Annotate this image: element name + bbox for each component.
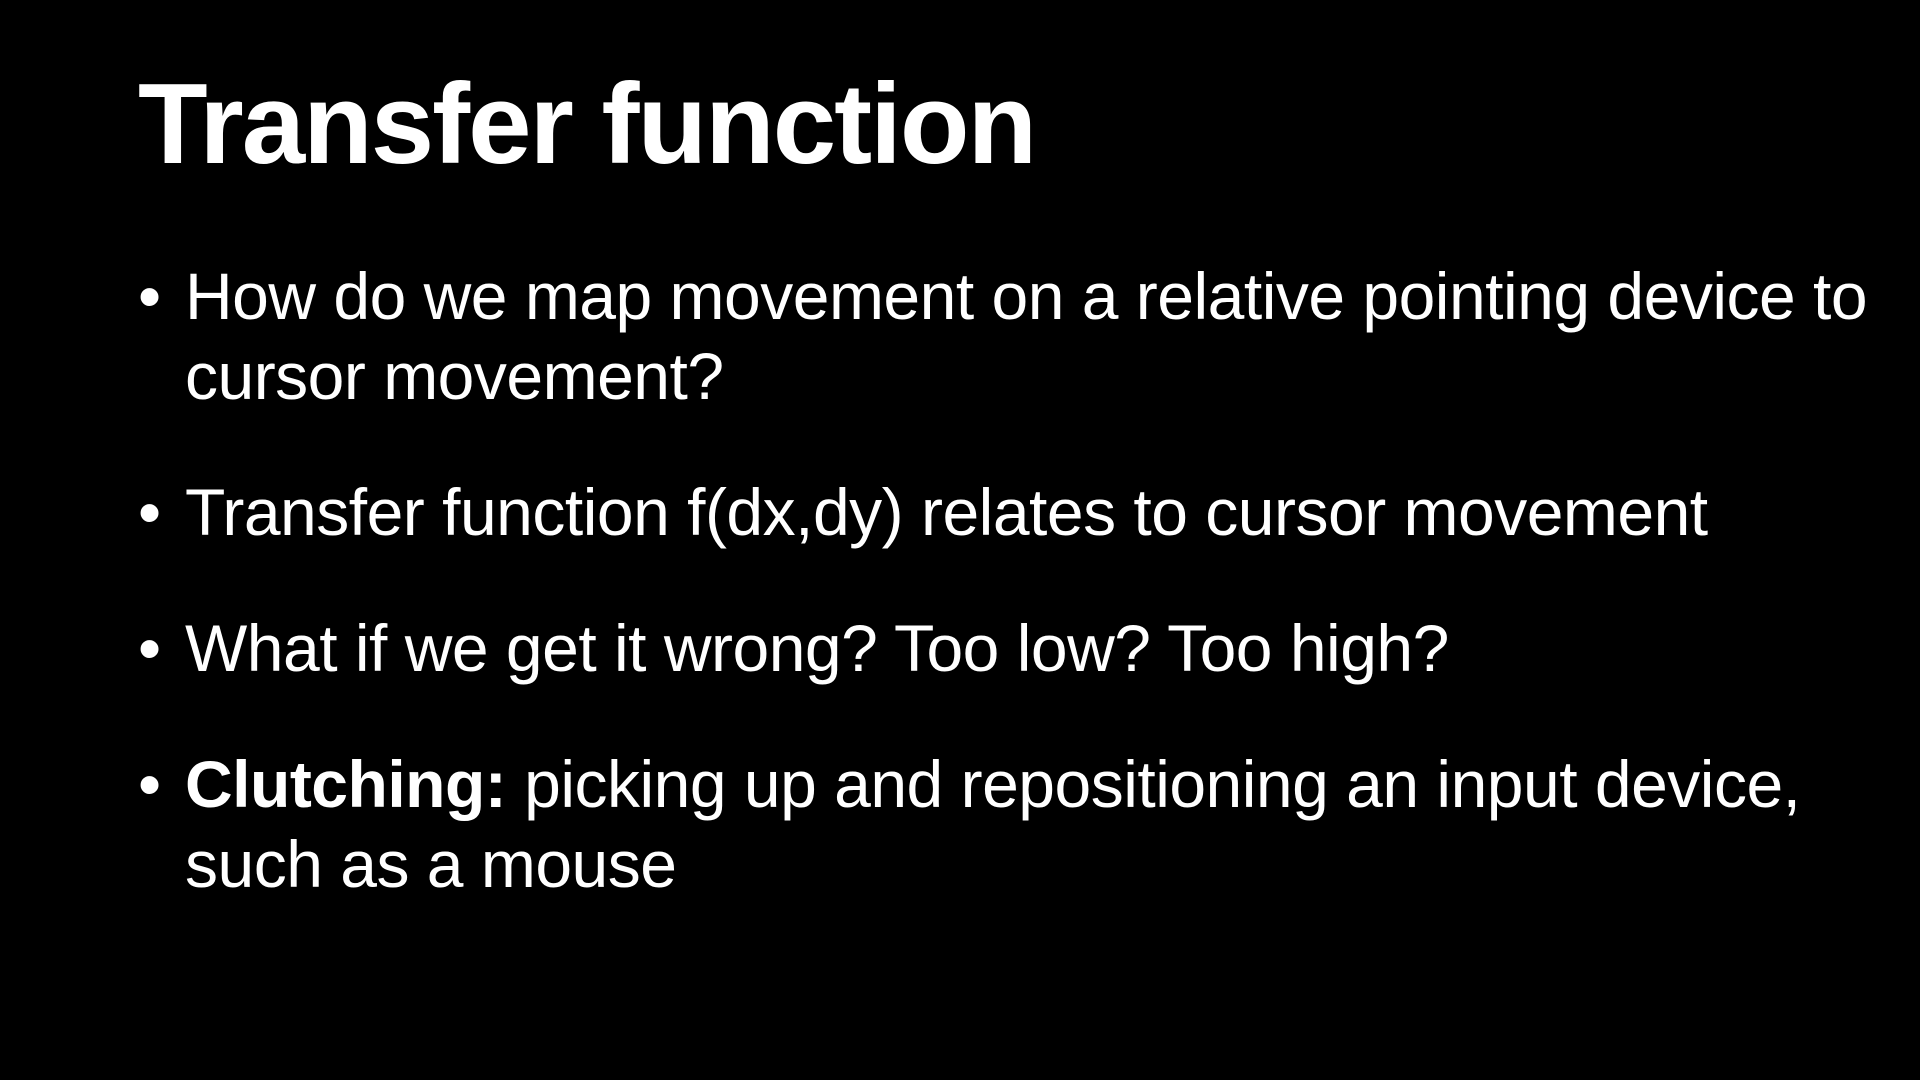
bullet-text: How do we map movement on a relative poi… bbox=[185, 259, 1868, 413]
bullet-dot: • bbox=[138, 475, 161, 549]
bullet-item: • How do we map movement on a relative p… bbox=[138, 256, 1898, 416]
bullet-dot: • bbox=[138, 259, 161, 333]
bullet-item: • Clutching: picking up and repositionin… bbox=[138, 744, 1898, 904]
bullet-text: Transfer function f(dx,dy) relates to cu… bbox=[185, 475, 1708, 549]
slide: Transfer function • How do we map moveme… bbox=[0, 0, 1920, 1080]
slide-title: Transfer function bbox=[138, 61, 1037, 188]
bullet-item: • What if we get it wrong? Too low? Too … bbox=[138, 608, 1898, 688]
bullet-item: • Transfer function f(dx,dy) relates to … bbox=[138, 472, 1898, 552]
bullet-text: What if we get it wrong? Too low? Too hi… bbox=[185, 611, 1449, 685]
bullet-dot: • bbox=[138, 747, 161, 821]
bullet-dot: • bbox=[138, 611, 161, 685]
bullet-term: Clutching: bbox=[185, 747, 507, 821]
bullet-list: • How do we map movement on a relative p… bbox=[138, 256, 1898, 960]
